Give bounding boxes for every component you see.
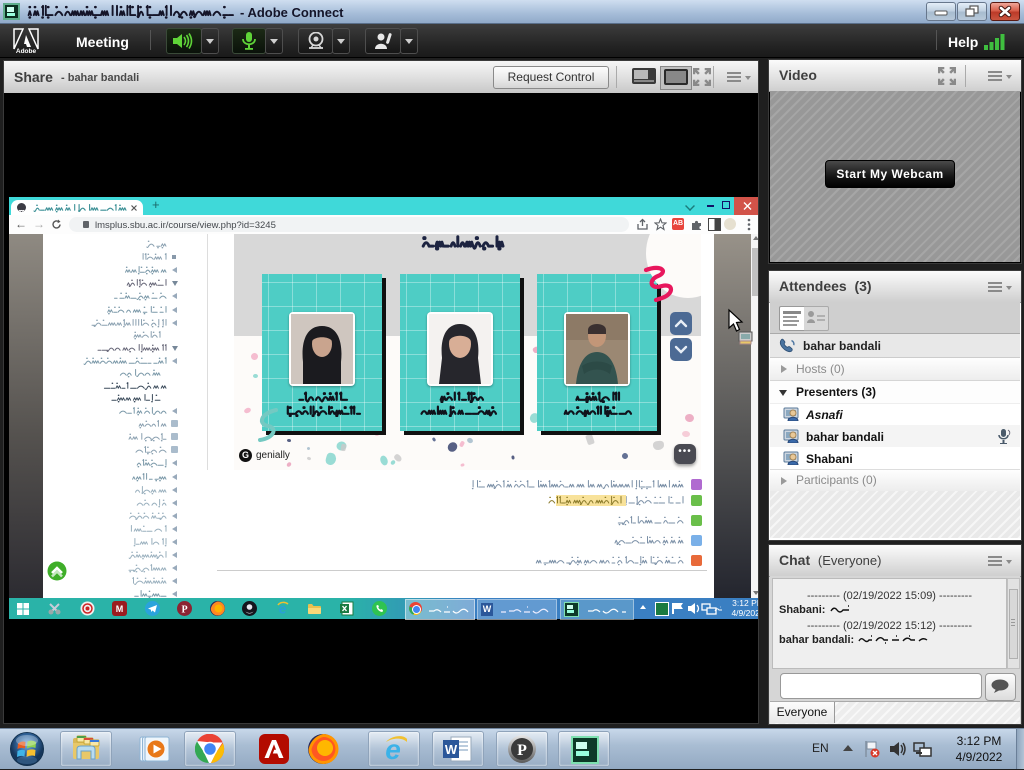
svg-text:W: W bbox=[445, 742, 458, 757]
svg-text:Adobe: Adobe bbox=[16, 48, 37, 54]
svg-text:P: P bbox=[517, 742, 527, 759]
svg-text:P: P bbox=[181, 605, 187, 616]
svg-text:M: M bbox=[116, 604, 124, 614]
